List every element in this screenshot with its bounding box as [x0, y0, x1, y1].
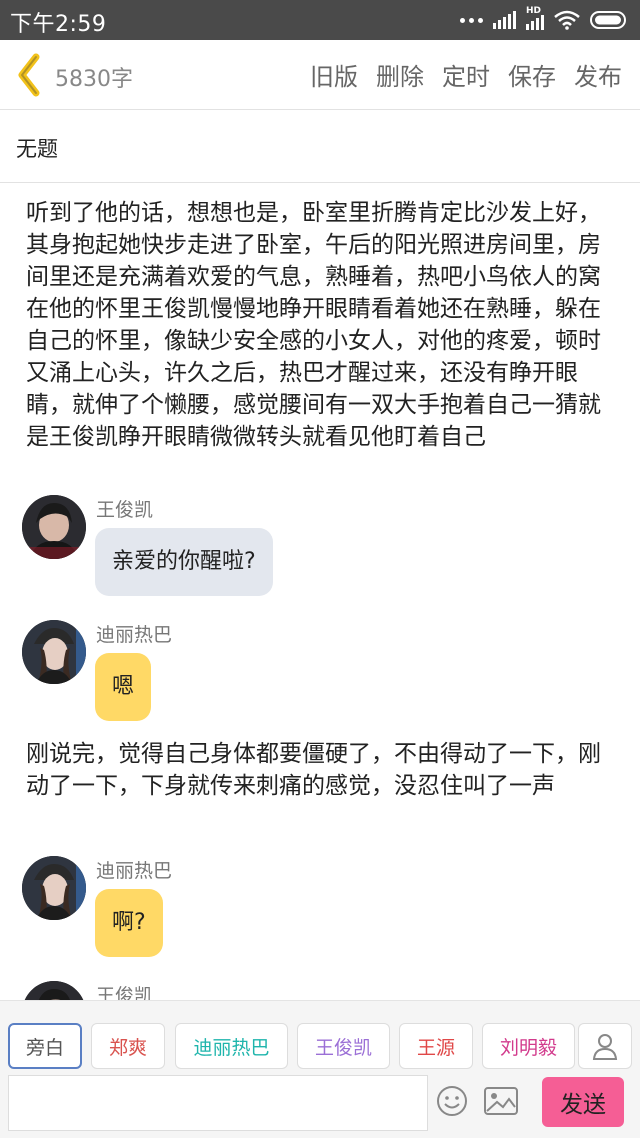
- narration-paragraph[interactable]: 刚说完，觉得自己身体都要僵硬了，不由得动了一下，刚动了一下，下身就传来刺痛的感觉…: [26, 738, 618, 802]
- network-label: HD: [526, 6, 542, 16]
- toolbar-actions: 旧版 删除 定时 保存 发布: [310, 57, 622, 92]
- speaker-name: 王俊凯: [96, 499, 154, 521]
- avatar: [22, 856, 86, 920]
- user-icon: [592, 1034, 618, 1060]
- status-time: 下午2:59: [10, 12, 107, 37]
- title-field[interactable]: 无题: [0, 110, 640, 183]
- avatar: [22, 981, 86, 1000]
- save-button[interactable]: 保存: [508, 57, 556, 92]
- word-count: 5830字: [55, 67, 133, 92]
- speaker-name: 王俊凯: [96, 985, 154, 1000]
- more-dots-icon: [460, 17, 483, 23]
- chat-bubble[interactable]: 嗯: [95, 653, 152, 721]
- status-bar: 下午2:59 HD: [0, 0, 640, 40]
- chat-bubble[interactable]: 啊?: [95, 889, 163, 957]
- composer-input-row: 发送: [0, 1073, 640, 1137]
- old-version-button[interactable]: 旧版: [310, 57, 358, 92]
- send-button[interactable]: 发送: [542, 1077, 624, 1127]
- role-chip-narrator[interactable]: 旁白: [8, 1023, 82, 1069]
- chat-message[interactable]: 迪丽热巴 嗯: [22, 620, 622, 750]
- message-input[interactable]: [8, 1075, 428, 1131]
- schedule-button[interactable]: 定时: [442, 57, 490, 92]
- image-icon[interactable]: [484, 1087, 518, 1115]
- signal-icon: [493, 11, 516, 29]
- avatar: [22, 620, 86, 684]
- status-icons: HD: [460, 6, 630, 32]
- wifi-icon: [554, 10, 580, 30]
- story-content[interactable]: 听到了他的话，想想也是，卧室里折腾肯定比沙发上好，其身抱起她快步走进了卧室，午后…: [0, 183, 640, 1000]
- battery-icon: [590, 11, 626, 29]
- delete-button[interactable]: 删除: [376, 57, 424, 92]
- role-chip[interactable]: 王俊凯: [297, 1023, 390, 1069]
- chat-message[interactable]: 王俊凯 亲爱的你醒啦?: [22, 495, 622, 625]
- story-title[interactable]: 无题: [16, 133, 58, 163]
- role-chip[interactable]: 迪丽热巴: [175, 1023, 288, 1069]
- role-selector: 旁白 郑爽 迪丽热巴 王俊凯 王源 刘明毅: [8, 1023, 632, 1069]
- chat-message[interactable]: 迪丽热巴 啊?: [22, 856, 622, 986]
- back-arrow-icon[interactable]: [14, 53, 46, 97]
- narration-paragraph[interactable]: 听到了他的话，想想也是，卧室里折腾肯定比沙发上好，其身抱起她快步走进了卧室，午后…: [26, 197, 618, 453]
- speaker-name: 迪丽热巴: [96, 624, 173, 646]
- composer-bar: 旁白 郑爽 迪丽热巴 王俊凯 王源 刘明毅 发送: [0, 1000, 640, 1138]
- hd-signal-icon: HD: [526, 6, 544, 30]
- chat-bubble[interactable]: 亲爱的你醒啦?: [95, 528, 273, 596]
- emoji-icon[interactable]: [436, 1085, 468, 1117]
- role-chip[interactable]: 王源: [399, 1023, 473, 1069]
- chat-message[interactable]: 王俊凯: [22, 981, 622, 1000]
- avatar: [22, 495, 86, 559]
- top-toolbar: 5830字 旧版 删除 定时 保存 发布: [0, 40, 640, 110]
- role-chip[interactable]: 郑爽: [91, 1023, 165, 1069]
- role-chip[interactable]: 刘明毅: [482, 1023, 575, 1069]
- speaker-name: 迪丽热巴: [96, 860, 173, 882]
- publish-button[interactable]: 发布: [574, 57, 622, 92]
- add-role-button[interactable]: [578, 1023, 632, 1069]
